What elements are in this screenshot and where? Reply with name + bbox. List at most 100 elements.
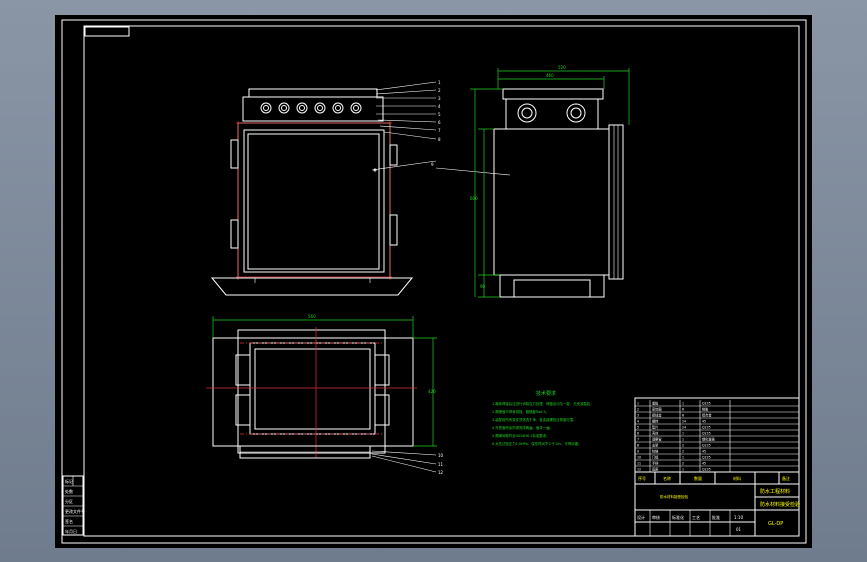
parts-cell: 1 [682, 468, 684, 472]
balloon-3: 3 [438, 96, 441, 101]
parts-cell: 底座 [652, 467, 659, 472]
parts-cell: 1 [682, 438, 684, 442]
dim-top-width: 560 [308, 314, 316, 319]
parts-cell: 铰链 [652, 449, 659, 454]
strip-label-1: 处数 [65, 488, 73, 494]
balloon-4: 4 [438, 104, 441, 109]
strip-label-2: 分区 [65, 498, 73, 504]
drawing-code: GL-DP [768, 521, 783, 527]
parts-cell: Q235 [702, 456, 711, 460]
parts-cell: 橡胶 [702, 407, 709, 412]
parts-cell: 铝合金 [702, 413, 712, 418]
header-name: 名称 [663, 475, 671, 481]
parts-cell: 2 [682, 450, 684, 454]
parts-cell: 7 [637, 438, 639, 442]
parts-cell: 6 [682, 408, 684, 412]
role-4: 批准 [712, 514, 720, 520]
parts-cell: Q235 [702, 426, 711, 430]
header-note: 备注 [782, 475, 790, 481]
parts-cell: 45 [702, 450, 706, 454]
parts-cell: 盖板 [652, 401, 659, 406]
notes-heading: 技术要求 [536, 390, 556, 397]
dim-side-height: 600 [470, 196, 478, 201]
parts-cell: 2 [682, 462, 684, 466]
header-no: 序号 [638, 475, 646, 481]
code-box [84, 26, 130, 37]
parts-cell: 24 [682, 426, 686, 430]
parts-cell: 钢化玻璃 [702, 437, 716, 442]
parts-cell: 观察窗 [652, 437, 662, 442]
strip-label-3: 更改文件号 [65, 508, 85, 514]
parts-cell: 1 [682, 402, 684, 406]
role-0: 设计 [637, 514, 645, 520]
dim-side-overall: 520 [558, 65, 566, 70]
parts-cell: 壳体 [652, 431, 659, 436]
revision-strip: 标记 处数 分区 更改文件号 签名 年月日 [62, 475, 85, 536]
parts-cell: 接线盒 [652, 413, 662, 418]
balloon-7: 7 [438, 128, 441, 133]
parts-cell: 6 [682, 414, 684, 418]
dim-side-base: 90 [480, 284, 486, 289]
note-line-1: 1.箱体焊接后应进行消除应力处理，焊缝应均匀一致，无夹渣裂纹。 [492, 401, 594, 406]
parts-cell: Q235 [702, 432, 711, 436]
technical-notes: 技术要求 1.箱体焊接后应进行消除应力处理，焊缝应均匀一致，无夹渣裂纹。 2.隔… [492, 390, 594, 446]
strip-label-4: 签名 [65, 518, 73, 524]
parts-cell: 6 [637, 432, 639, 436]
inner-border [83, 25, 800, 537]
role-2: 标准化 [672, 514, 684, 520]
parts-cell: 1 [637, 402, 639, 406]
cable-glands [260, 102, 362, 114]
outer-border [61, 19, 807, 544]
note-line-2: 2.隔爆面不得有锈蚀，粗糙度Ra6.3。 [492, 409, 549, 414]
scale-text: 1:10 [734, 515, 743, 520]
note-line-5: 5.隔爆间隙符合GB3836.2标准要求。 [492, 433, 549, 438]
parts-cell: 45 [702, 420, 706, 424]
balloon-5: 5 [438, 112, 441, 117]
role-1: 审核 [652, 514, 660, 520]
strip-label-5: 年月日 [65, 528, 77, 534]
balloon-8: 8 [438, 137, 441, 142]
parts-cell: 45 [702, 462, 706, 466]
parts-cell: 3 [637, 414, 639, 418]
title-name-cell: 防水材料接受检验 [660, 494, 688, 499]
drawing-title-green: 防水材料接受检验 [760, 501, 800, 508]
balloon-10: 10 [438, 453, 444, 458]
top-view: 560 420 [206, 314, 437, 473]
dim-side-inner: 460 [546, 73, 554, 78]
parts-cell: 4 [637, 420, 639, 424]
parts-cell: 24 [682, 420, 686, 424]
parts-cell: 1 [682, 432, 684, 436]
parts-cell: 密封圈 [652, 407, 662, 412]
strip-label-0: 标记 [65, 478, 73, 484]
cad-drawing: 标记 处数 分区 更改文件号 签名 年月日 520 460 600 90 560… [61, 19, 807, 544]
header-mat: 材料 [733, 475, 741, 481]
parts-cell: 2 [682, 444, 684, 448]
parts-cell: 10 [637, 456, 641, 460]
parts-cell: 垫片 [652, 425, 658, 430]
title-block: 1 盖板 1 Q235 2 密封圈 6 橡胶 3 接线盒 6 铝合金 4 螺栓 24 45 5 垫片 24 Q235 6… [634, 397, 800, 537]
parts-cell: 1 [682, 456, 684, 460]
balloon-9: 9 [431, 162, 434, 167]
parts-cell: 支架 [652, 443, 659, 448]
parts-cell: 手柄 [652, 461, 659, 466]
parts-cell: Q235 [702, 402, 711, 406]
balloon-6: 6 [438, 120, 441, 125]
front-view [210, 88, 437, 296]
side-view: 520 460 600 90 [435, 65, 630, 298]
parts-cell: 12 [637, 468, 641, 472]
role-3: 工艺 [692, 515, 700, 520]
parts-cell: Q235 [702, 468, 711, 472]
parts-cell: 5 [637, 426, 639, 430]
parts-cell: 门框 [652, 455, 659, 460]
note-line-6: 6.水压试验压力1.0MPa，保压时间不少于10s，不得渗漏。 [492, 441, 581, 446]
balloon-2: 2 [438, 88, 441, 93]
header-qty: 数量 [694, 475, 702, 481]
parts-cell: 2 [637, 408, 639, 412]
parts-table: 1 盖板 1 Q235 2 密封圈 6 橡胶 3 接线盒 6 铝合金 4 螺栓 24 45 5 垫片 24 Q235 6… [635, 400, 799, 473]
sheet-no: 01 [736, 527, 742, 532]
drawing-title-yellow: 防水工程材料 [760, 488, 790, 495]
dim-top-depth: 420 [428, 389, 436, 394]
balloon-11: 11 [438, 462, 444, 467]
parts-cell: Q235 [702, 444, 711, 448]
parts-cell: 11 [637, 462, 641, 466]
